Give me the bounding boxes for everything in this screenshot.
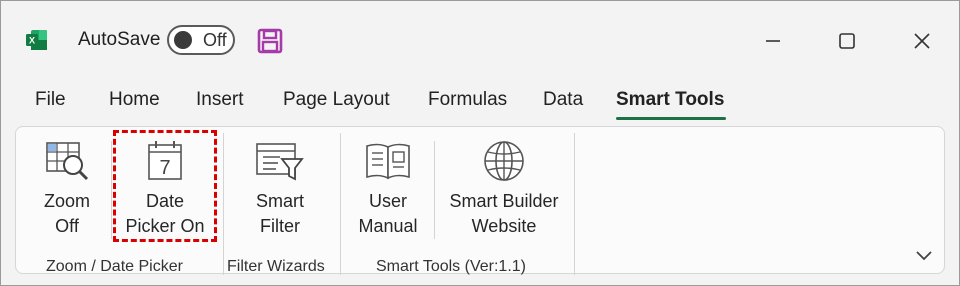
tab-formulas[interactable]: Formulas <box>428 89 507 111</box>
zoom-grid-icon <box>46 142 89 181</box>
user-manual-button[interactable]: User Manual <box>348 139 428 239</box>
collapse-ribbon-icon[interactable] <box>914 247 934 263</box>
smart-filter-line1: Smart <box>255 191 304 211</box>
zoom-off-button[interactable]: Zoom Off <box>28 139 106 239</box>
smart-filter-line2: Filter <box>260 216 300 236</box>
tab-smart-tools[interactable]: Smart Tools <box>616 89 724 111</box>
smart-builder-line1: Smart Builder <box>449 191 559 211</box>
smart-builder-website-button[interactable]: Smart Builder Website <box>440 139 568 239</box>
zoom-off-line1: Zoom <box>43 191 90 211</box>
group-separator <box>574 133 575 275</box>
group-label-zoom-date-picker: Zoom / Date Picker <box>46 258 183 275</box>
group-separator <box>340 133 341 275</box>
maximize-icon[interactable] <box>834 28 860 54</box>
filter-form-icon <box>256 143 304 181</box>
tab-insert[interactable]: Insert <box>196 89 244 111</box>
zoom-off-line2: Off <box>55 216 79 236</box>
smart-builder-line2: Website <box>471 216 537 236</box>
title-bar: X AutoSave Off <box>1 1 959 79</box>
group-label-smart-tools: Smart Tools (Ver:1.1) <box>376 258 526 275</box>
autosave-toggle[interactable]: Off <box>167 25 235 55</box>
autosave-state: Off <box>203 30 227 50</box>
autosave-label: AutoSave <box>78 29 161 50</box>
tab-page-layout[interactable]: Page Layout <box>283 89 390 111</box>
excel-logo-icon[interactable]: X <box>25 28 49 52</box>
ribbon-panel: Zoom Off 7 Date Picker On Smart Filter U… <box>15 126 945 275</box>
tab-data[interactable]: Data <box>543 89 583 111</box>
active-tab-indicator <box>616 117 726 120</box>
save-icon[interactable] <box>257 28 283 54</box>
highlight-box <box>113 130 217 242</box>
tab-home[interactable]: Home <box>109 89 160 111</box>
separator <box>434 141 435 239</box>
globe-icon <box>484 141 524 181</box>
svg-text:X: X <box>29 36 35 46</box>
book-icon <box>366 143 410 180</box>
group-separator <box>223 133 224 275</box>
close-icon[interactable] <box>909 28 935 54</box>
excel-window: X AutoSave Off File Home Insert Page Lay… <box>0 0 960 286</box>
ribbon-tabs: File Home Insert Page Layout Formulas Da… <box>1 89 959 120</box>
separator <box>111 141 112 239</box>
tab-file[interactable]: File <box>35 89 66 111</box>
smart-filter-button[interactable]: Smart Filter <box>238 139 322 239</box>
user-manual-line1: User <box>368 191 407 211</box>
toggle-knob <box>174 31 192 49</box>
user-manual-line2: Manual <box>358 216 418 236</box>
minimize-icon[interactable] <box>760 28 786 54</box>
group-label-filter-wizards: Filter Wizards <box>227 258 325 275</box>
